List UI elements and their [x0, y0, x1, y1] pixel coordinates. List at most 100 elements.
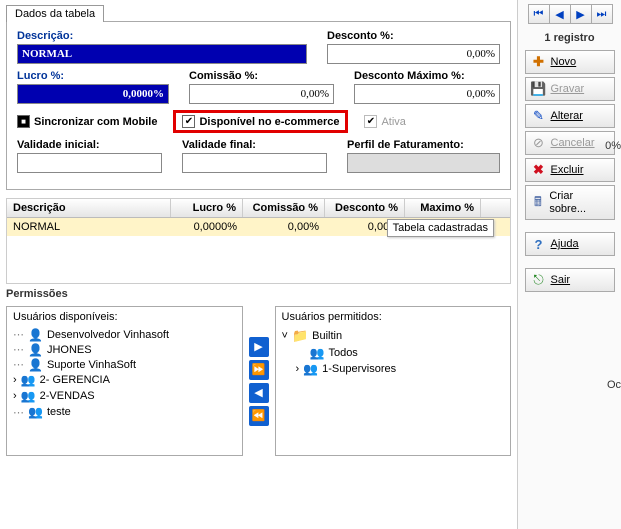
- label-comissao: Comissão %:: [189, 70, 334, 82]
- input-lucro[interactable]: [17, 84, 169, 104]
- list-item[interactable]: ›👥1-Supervisores: [282, 361, 505, 377]
- list-item[interactable]: 👥Todos: [282, 345, 505, 361]
- group-icon: 👥: [21, 373, 36, 387]
- save-icon: 💾: [532, 82, 546, 96]
- cell-lucro: 0,0000%: [171, 218, 243, 236]
- col-lucro[interactable]: Lucro %: [171, 199, 243, 217]
- action-panel: ⏮ ◀ ▶ ⏭ 1 registro ✚ Novo 💾 Gravar ✎ Alt…: [517, 0, 621, 529]
- chk-sync-label: Sincronizar com Mobile: [34, 116, 157, 128]
- chk-sync-mobile[interactable]: Sincronizar com Mobile: [17, 115, 157, 128]
- nav-next[interactable]: ▶: [570, 4, 592, 24]
- record-nav: ⏮ ◀ ▶ ⏭: [528, 4, 612, 24]
- label-validade-ini: Validade inicial:: [17, 139, 162, 151]
- side-marker: Oc: [607, 379, 621, 391]
- edit-icon: ✎: [532, 109, 546, 123]
- tooltip-tabela: Tabela cadastradas: [387, 219, 494, 237]
- input-validade-ini[interactable]: [17, 153, 162, 173]
- input-comissao[interactable]: [189, 84, 334, 104]
- label-perfil: Perfil de Faturamento:: [347, 139, 500, 151]
- chk-ecommerce-highlight: Disponível no e-commerce: [173, 110, 348, 133]
- btn-gravar[interactable]: 💾 Gravar: [525, 77, 615, 101]
- btn-ajuda-label: Ajuda: [551, 238, 579, 250]
- btn-sair[interactable]: ⎋ Sair: [525, 268, 615, 292]
- exit-icon: ⎋: [532, 273, 546, 287]
- list-item[interactable]: ⋯👤JHONES: [13, 342, 236, 357]
- checkbox-icon: [17, 115, 30, 128]
- btn-cancelar[interactable]: ⊘ Cancelar: [525, 131, 615, 155]
- input-descricao[interactable]: [17, 44, 307, 64]
- btn-move-right[interactable]: ▶: [249, 337, 269, 357]
- btn-move-all-right[interactable]: ⏩: [249, 360, 269, 380]
- list-item-label: 1-Supervisores: [322, 363, 396, 375]
- group-icon: 👥: [28, 405, 43, 419]
- extra-percent: 0%: [605, 140, 621, 152]
- btn-move-all-left[interactable]: ⏪: [249, 406, 269, 426]
- col-comissao[interactable]: Comissão %: [243, 199, 325, 217]
- group-icon: 👥: [310, 346, 325, 360]
- perm-avail-label: Usuários disponíveis:: [13, 311, 236, 323]
- btn-novo[interactable]: ✚ Novo: [525, 50, 615, 74]
- help-icon: ?: [532, 237, 546, 251]
- grid-header: Descrição Lucro % Comissão % Desconto % …: [7, 199, 510, 218]
- nav-prev[interactable]: ◀: [549, 4, 571, 24]
- user-icon: 👤: [28, 344, 43, 356]
- label-descricao: Descrição:: [17, 30, 307, 42]
- chk-ativa[interactable]: Ativa: [364, 115, 405, 128]
- perm-avail-box: Usuários disponíveis: ⋯👤Desenvolvedor Vi…: [6, 306, 243, 456]
- list-item[interactable]: ˅📁Builtin: [282, 327, 505, 345]
- perm-allowed-label: Usuários permitidos:: [282, 311, 505, 323]
- form-panel: Descrição: Desconto %: Lucro %: Comissão…: [6, 21, 511, 190]
- col-maximo[interactable]: Maximo %: [405, 199, 481, 217]
- checkbox-icon: [364, 115, 377, 128]
- btn-gravar-label: Gravar: [551, 83, 585, 95]
- cell-descricao: NORMAL: [7, 218, 171, 236]
- nav-last[interactable]: ⏭: [591, 4, 613, 24]
- list-item-label: Builtin: [312, 330, 342, 342]
- record-count: 1 registro: [544, 32, 594, 44]
- cancel-icon: ⊘: [532, 136, 546, 150]
- chk-ativa-label: Ativa: [381, 116, 405, 128]
- list-item-label: Todos: [328, 347, 357, 359]
- btn-excluir[interactable]: ✖ Excluir: [525, 158, 615, 182]
- btn-criar-sobre[interactable]: 🖩 Criar sobre...: [525, 185, 615, 220]
- list-item-label: JHONES: [47, 344, 92, 356]
- perm-allowed-box: Usuários permitidos: ˅📁Builtin 👥Todos ›👥…: [275, 306, 512, 456]
- list-item[interactable]: ⋯👤Suporte VinhaSoft: [13, 357, 236, 372]
- list-item[interactable]: ›👥2- GERENCIA: [13, 372, 236, 388]
- label-lucro: Lucro %:: [17, 70, 169, 82]
- permissoes-title: Permissões: [6, 288, 511, 300]
- list-item-label: 2-VENDAS: [40, 390, 95, 402]
- btn-move-left[interactable]: ◀: [249, 383, 269, 403]
- input-desc-max[interactable]: [354, 84, 500, 104]
- input-desconto[interactable]: [327, 44, 500, 64]
- label-desconto: Desconto %:: [327, 30, 500, 42]
- chk-ecommerce[interactable]: Disponível no e-commerce: [182, 115, 339, 128]
- user-icon: 👤: [28, 359, 43, 371]
- nav-first[interactable]: ⏮: [528, 4, 550, 24]
- btn-excluir-label: Excluir: [551, 164, 584, 176]
- group-icon: 👥: [21, 389, 36, 403]
- tab-dados[interactable]: Dados da tabela: [6, 5, 104, 22]
- select-perfil[interactable]: [347, 153, 500, 173]
- input-validade-fin[interactable]: [182, 153, 327, 173]
- chk-ecom-label: Disponível no e-commerce: [199, 116, 339, 128]
- label-validade-fin: Validade final:: [182, 139, 327, 151]
- plus-icon: ✚: [532, 55, 546, 69]
- list-item[interactable]: ›👥2-VENDAS: [13, 388, 236, 404]
- list-item[interactable]: ⋯👥teste: [13, 404, 236, 420]
- btn-alterar-label: Alterar: [551, 110, 583, 122]
- folder-icon: 📁: [292, 328, 308, 344]
- user-icon: 👤: [28, 329, 43, 341]
- list-item-label: teste: [47, 406, 71, 418]
- cell-comissao: 0,00%: [243, 218, 325, 236]
- btn-cancelar-label: Cancelar: [551, 137, 595, 149]
- list-item-label: 2- GERENCIA: [40, 374, 110, 386]
- label-desc-max: Desconto Máximo %:: [354, 70, 500, 82]
- col-descricao[interactable]: Descrição: [7, 199, 171, 217]
- btn-alterar[interactable]: ✎ Alterar: [525, 104, 615, 128]
- btn-ajuda[interactable]: ? Ajuda: [525, 232, 615, 256]
- grid-tabelas: Descrição Lucro % Comissão % Desconto % …: [6, 198, 511, 284]
- checkbox-icon: [182, 115, 195, 128]
- list-item[interactable]: ⋯👤Desenvolvedor Vinhasoft: [13, 327, 236, 342]
- col-desconto[interactable]: Desconto %: [325, 199, 405, 217]
